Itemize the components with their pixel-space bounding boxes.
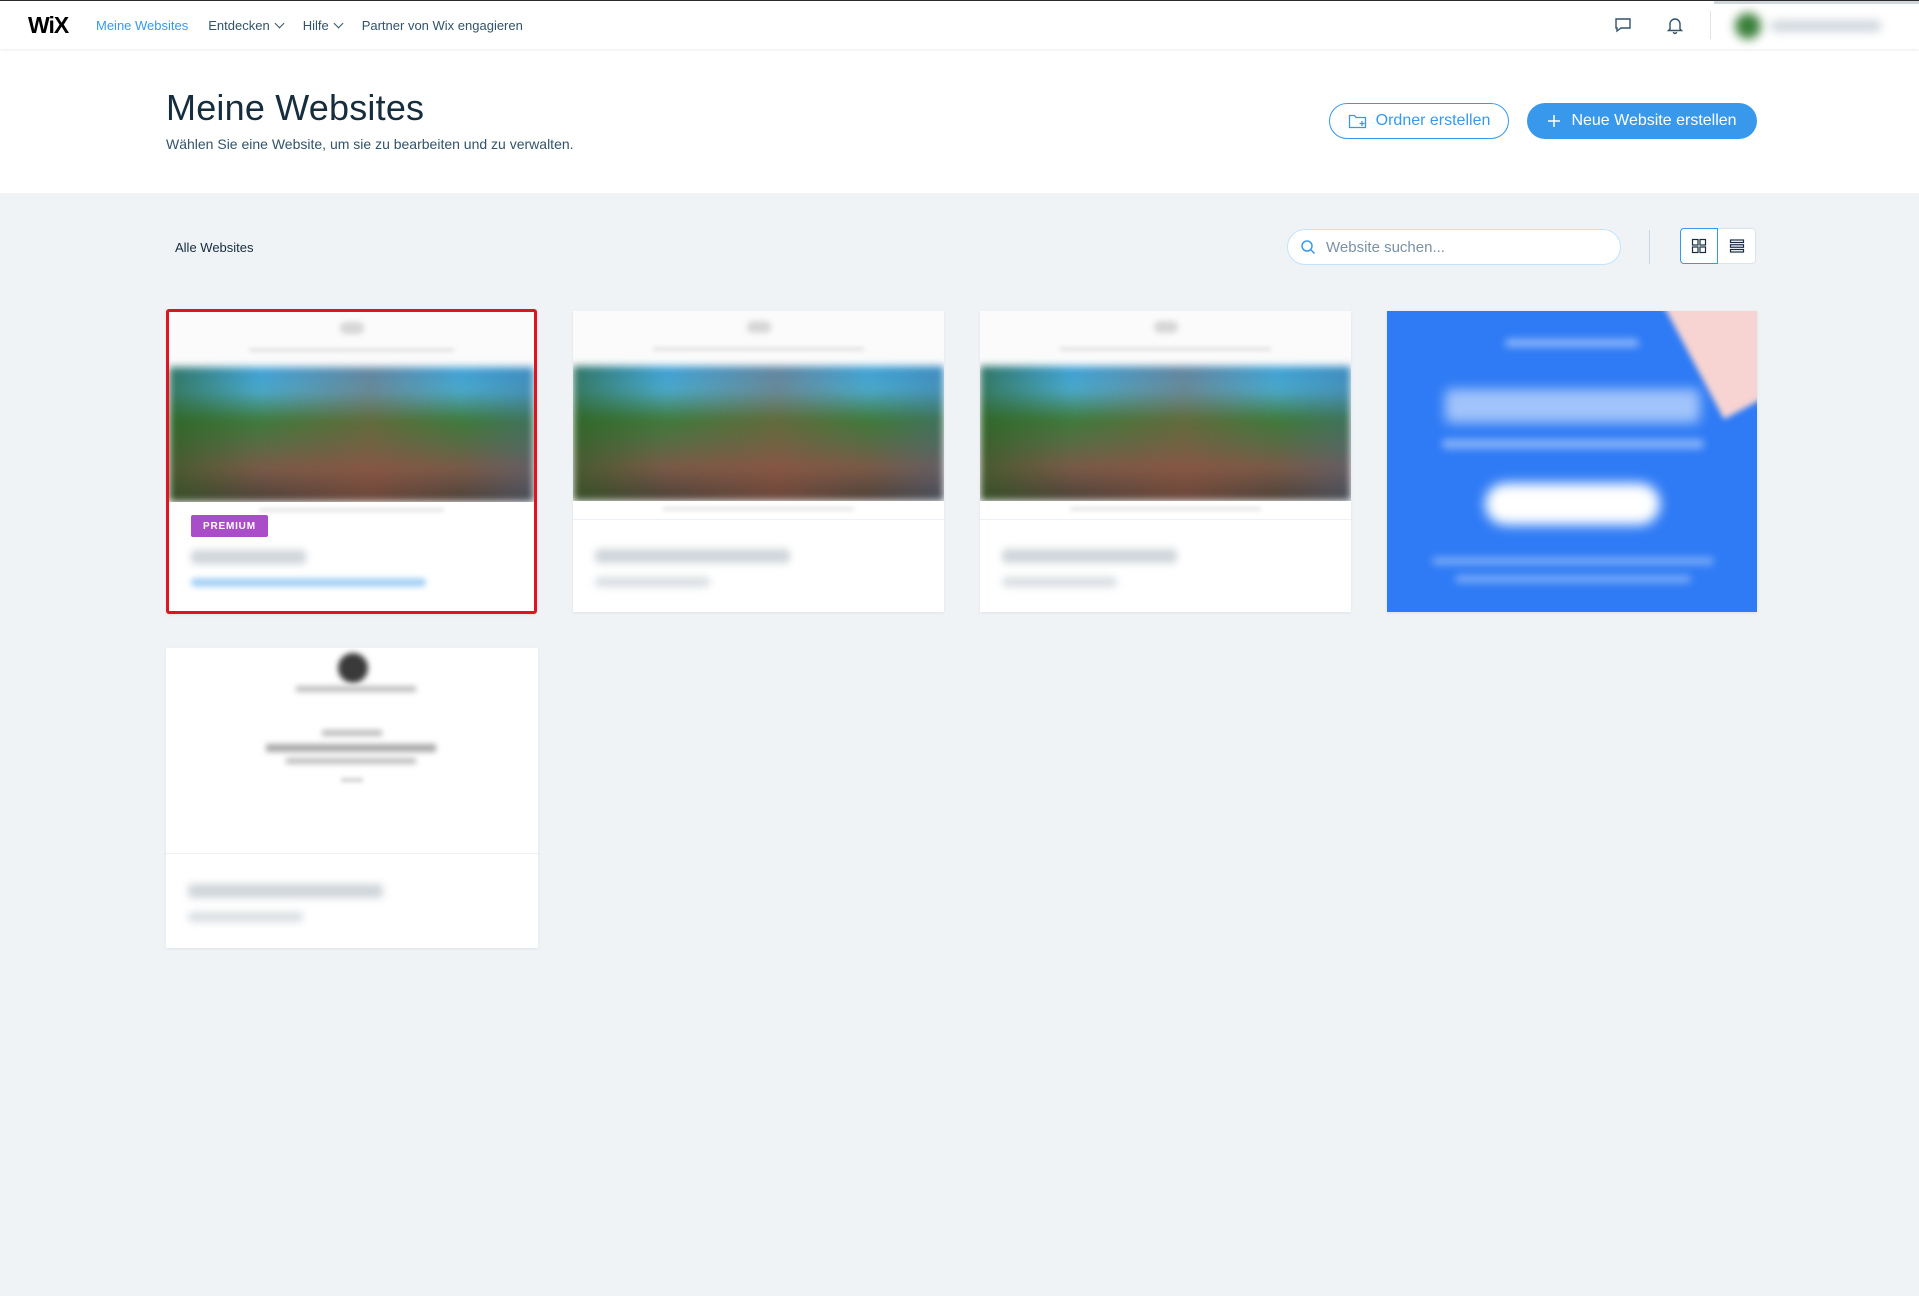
nav-item-partner[interactable]: Partner von Wix engagieren <box>362 18 523 33</box>
user-profile[interactable] <box>1735 13 1895 39</box>
all-websites-filter[interactable]: Alle Websites <box>175 240 254 255</box>
promo-card[interactable] <box>1387 311 1757 612</box>
site-thumbnail-header <box>169 312 534 367</box>
toolbar-divider <box>1649 230 1650 264</box>
site-card-3[interactable] <box>980 311 1351 612</box>
bell-icon[interactable] <box>1665 15 1685 35</box>
site-url-blurred[interactable] <box>191 578 426 587</box>
site-card-1[interactable]: PREMIUM <box>166 309 537 614</box>
site-card-4[interactable] <box>166 648 538 948</box>
avatar <box>1735 13 1761 39</box>
list-icon <box>1729 239 1744 253</box>
nav-item-meine-websites[interactable]: Meine Websites <box>96 18 188 33</box>
create-website-label: Neue Website erstellen <box>1571 112 1737 129</box>
list-view-button[interactable] <box>1718 228 1756 264</box>
site-status-blurred <box>188 912 303 922</box>
search-input[interactable] <box>1324 237 1598 257</box>
folder-plus-icon <box>1348 114 1366 129</box>
site-thumbnail-image <box>169 367 534 502</box>
site-name-blurred <box>595 549 790 563</box>
site-thumbnail-image <box>980 366 1351 501</box>
promo-fineprint-blurred <box>1432 557 1714 565</box>
nav-item-label: Hilfe <box>302 18 329 33</box>
top-bar: WiX Meine Websites Entdecken Hilfe Partn… <box>0 0 1919 49</box>
page-subtitle: Wählen Sie eine Website, um sie zu bearb… <box>166 136 574 152</box>
main-nav: Meine Websites Entdecken Hilfe Partner v… <box>96 18 523 33</box>
top-bar-strip <box>1714 1 1919 4</box>
create-folder-button[interactable]: Ordner erstellen <box>1329 103 1509 139</box>
chevron-down-icon <box>333 18 344 29</box>
site-thumbnail-footer <box>573 501 944 519</box>
search-icon <box>1301 240 1316 255</box>
promo-text-blurred <box>1442 439 1704 449</box>
promo-fineprint-blurred <box>1455 575 1691 583</box>
premium-badge: PREMIUM <box>191 515 268 537</box>
site-name-blurred <box>191 550 306 564</box>
nav-item-entdecken[interactable]: Entdecken <box>208 18 285 33</box>
card-divider <box>573 519 944 520</box>
nav-item-label: Meine Websites <box>96 18 189 33</box>
site-status-blurred <box>1002 577 1117 587</box>
site-card-2[interactable] <box>573 311 944 612</box>
promo-eyebrow-blurred <box>1505 339 1639 347</box>
top-bar-divider <box>1710 11 1711 39</box>
chat-icon[interactable] <box>1613 15 1633 35</box>
card-divider <box>166 853 538 854</box>
site-thumbnail-header <box>573 311 944 366</box>
create-website-button[interactable]: Neue Website erstellen <box>1527 103 1757 139</box>
nav-item-label: Entdecken <box>208 18 270 33</box>
site-status-blurred <box>595 577 710 587</box>
chevron-down-icon <box>274 18 285 29</box>
site-name-blurred <box>1002 549 1177 563</box>
search-box[interactable] <box>1287 229 1621 265</box>
user-name-blurred <box>1771 21 1881 31</box>
grid-icon <box>1691 238 1707 254</box>
view-toggle <box>1680 228 1756 264</box>
nav-item-label: Partner von Wix engagieren <box>361 18 523 33</box>
site-name-blurred <box>188 884 383 898</box>
create-folder-label: Ordner erstellen <box>1375 112 1491 129</box>
nav-item-hilfe[interactable]: Hilfe <box>302 18 344 33</box>
page-title: Meine Websites <box>166 87 425 128</box>
plus-icon <box>1548 115 1561 127</box>
wix-logo[interactable]: WiX <box>28 12 69 39</box>
card-divider <box>980 519 1351 520</box>
site-thumbnail-footer <box>980 501 1351 519</box>
site-thumbnail-header <box>980 311 1351 366</box>
site-thumbnail-image <box>166 648 538 853</box>
promo-cta-button[interactable] <box>1485 483 1660 525</box>
site-thumbnail-image <box>573 366 944 501</box>
grid-view-button[interactable] <box>1680 228 1718 264</box>
promo-headline-blurred <box>1445 389 1700 423</box>
